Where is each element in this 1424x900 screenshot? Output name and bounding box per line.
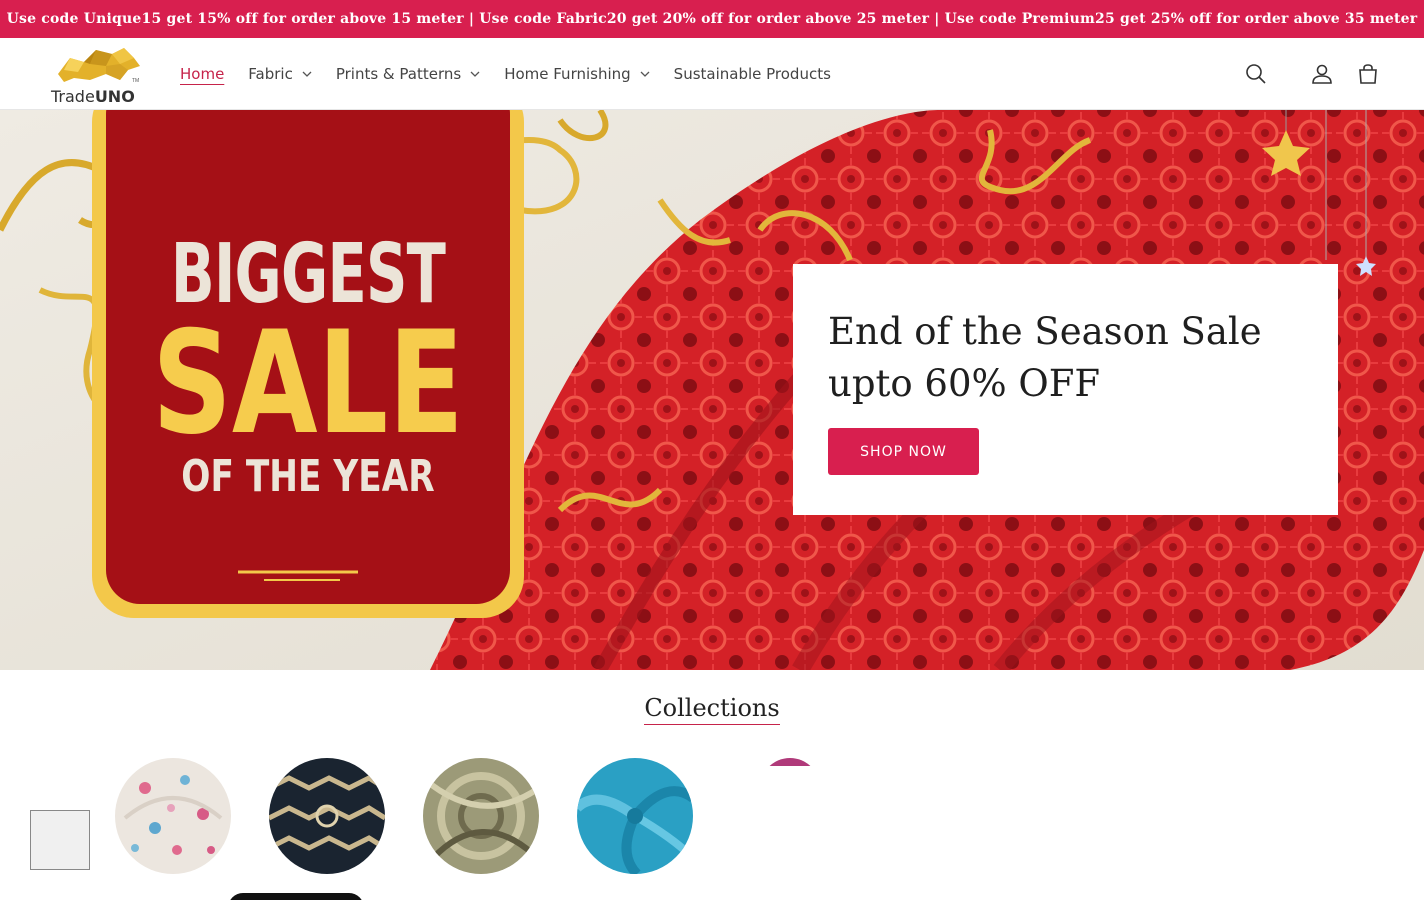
nav-item-home-furnishing[interactable]: Home Furnishing (492, 54, 661, 94)
search-icon (1246, 64, 1266, 84)
brand-wordmark: TradeUNO (51, 87, 135, 106)
chat-widget-button[interactable] (30, 810, 90, 870)
announcement-bar: Use code Unique15 get 15% off for order … (0, 0, 1424, 38)
collection-swatch[interactable] (115, 758, 231, 874)
site-header: TM TradeUNO Home Fabric Prints & Pattern… (0, 38, 1424, 110)
brand-name-bold: UNO (94, 87, 135, 106)
collections-heading: Collections (0, 694, 1424, 725)
nav-item-home[interactable]: Home (168, 54, 236, 94)
floral-fabric-image (115, 758, 231, 874)
search-button[interactable] (1240, 58, 1272, 90)
collection-swatch[interactable] (269, 758, 385, 874)
promo-card: End of the Season Sale upto 60% OFF SHOP… (793, 264, 1338, 515)
chevron-down-icon (302, 71, 312, 77)
sale-tag-line3: OF THE YEAR (181, 451, 435, 502)
cart-icon (1359, 64, 1377, 84)
nav-item-prints-patterns[interactable]: Prints & Patterns (324, 54, 492, 94)
nav-label: Home (180, 65, 225, 83)
chevron-down-icon (470, 71, 480, 77)
promo-heading: End of the Season Sale upto 60% OFF (828, 310, 1262, 405)
hero-banner[interactable]: BIGGEST SALE OF THE YEAR End of the Seas… (0, 110, 1424, 670)
bull-logo-icon (58, 48, 140, 82)
sale-tag-line2: SALE (152, 301, 464, 466)
embroidered-net-fabric-image (269, 758, 385, 874)
announcement-text: Use code Unique15 get 15% off for order … (6, 11, 1418, 27)
nav-item-fabric[interactable]: Fabric (236, 54, 324, 94)
brand-name-regular: Trade (51, 87, 95, 106)
collections-title: Collections (644, 694, 780, 725)
trademark-label: TM (132, 78, 140, 84)
nav-label: Home Furnishing (504, 65, 631, 83)
shop-now-button[interactable]: SHOP NOW (828, 428, 979, 475)
sequin-fabric-image (423, 758, 539, 874)
cart-button[interactable] (1352, 58, 1384, 90)
collection-swatch[interactable] (423, 758, 539, 874)
collection-swatch[interactable] (577, 758, 693, 874)
velvet-fabric-image (577, 758, 693, 874)
chevron-down-icon (640, 71, 650, 77)
sale-tag-text: BIGGEST SALE OF THE YEAR (106, 230, 510, 502)
floating-pill-button[interactable] (228, 893, 364, 900)
account-icon (1312, 64, 1332, 84)
nav-label: Fabric (248, 65, 293, 83)
nav-label: Sustainable Products (673, 65, 831, 83)
brand-logo[interactable]: TM TradeUNO (50, 44, 142, 106)
nav-item-sustainable-products[interactable]: Sustainable Products (662, 54, 843, 94)
collection-swatch-loading (760, 758, 820, 766)
main-nav: Home Fabric Prints & Patterns Home Furni… (168, 38, 843, 110)
nav-label: Prints & Patterns (335, 65, 462, 83)
header-icons (1226, 58, 1384, 90)
account-button[interactable] (1306, 58, 1338, 90)
